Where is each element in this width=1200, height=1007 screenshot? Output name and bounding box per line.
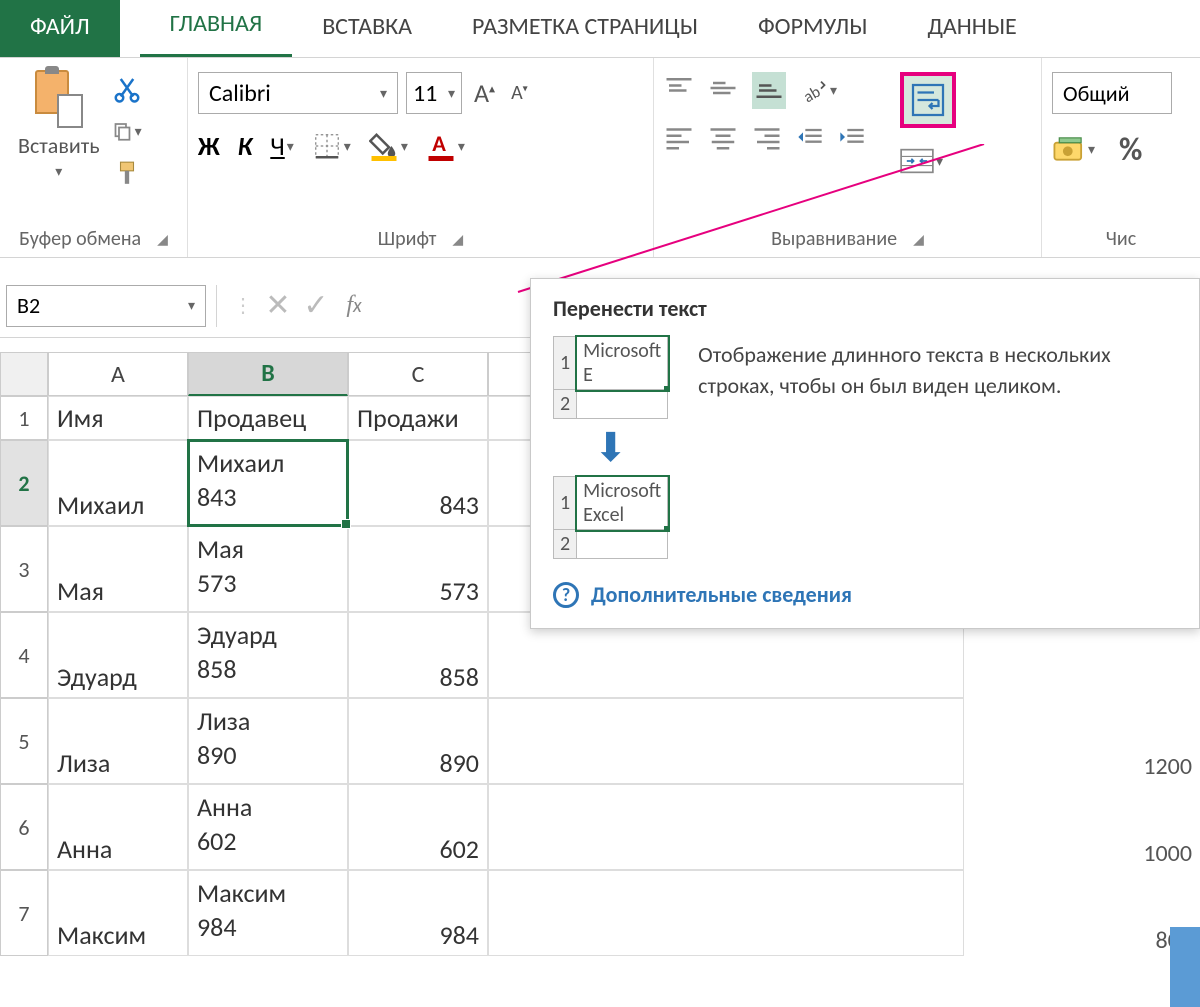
- tab-layout[interactable]: РАЗМЕТКА СТРАНИЦЫ: [442, 0, 728, 57]
- cell[interactable]: Продавец: [188, 396, 348, 440]
- decrease-indent-button[interactable]: [796, 123, 824, 156]
- paste-label: Вставить: [18, 132, 100, 159]
- font-name-dropdown[interactable]: Calibri▾: [198, 72, 398, 114]
- name-box[interactable]: B2▾: [6, 285, 206, 327]
- font-dialog-launcher[interactable]: ◢: [452, 231, 463, 248]
- font-group-label: Шрифт: [378, 227, 437, 251]
- number-format-dropdown[interactable]: Общий: [1052, 72, 1172, 114]
- tab-home[interactable]: ГЛАВНАЯ: [140, 0, 293, 57]
- cell[interactable]: 573: [348, 526, 488, 612]
- align-top-button[interactable]: [664, 74, 694, 107]
- svg-text:ab: ab: [800, 81, 824, 104]
- col-header[interactable]: B: [188, 352, 348, 396]
- tab-data[interactable]: ДАННЫЕ: [897, 0, 1046, 57]
- align-center-button[interactable]: [708, 123, 738, 156]
- increase-indent-button[interactable]: [838, 123, 866, 156]
- copy-button[interactable]: ▾: [112, 116, 142, 146]
- align-right-button[interactable]: [752, 123, 782, 156]
- ribbon: Вставить ▾ ▾ Буфер обмена ◢ Calibri▾: [0, 58, 1200, 258]
- cell[interactable]: Лиза890: [188, 698, 348, 784]
- cancel-formula-button[interactable]: ✕: [259, 287, 297, 325]
- cell[interactable]: Эдуард858: [188, 612, 348, 698]
- align-bottom-button[interactable]: [752, 72, 786, 109]
- row-header[interactable]: 4: [0, 612, 48, 698]
- italic-button[interactable]: К: [238, 130, 253, 162]
- tooltip-title: Перенести текст: [553, 295, 1177, 322]
- format-painter-button[interactable]: [112, 158, 142, 188]
- alignment-dialog-launcher[interactable]: ◢: [913, 231, 924, 248]
- cell[interactable]: Эдуард: [48, 612, 188, 698]
- underline-button[interactable]: Ч▾: [270, 130, 293, 162]
- cell[interactable]: 858: [348, 612, 488, 698]
- orientation-button[interactable]: ab▾: [800, 77, 837, 105]
- row-header[interactable]: 2: [0, 440, 48, 526]
- cell[interactable]: [488, 870, 964, 956]
- grow-font-button[interactable]: A▴: [470, 77, 499, 109]
- cell[interactable]: Анна: [48, 784, 188, 870]
- cell[interactable]: Максим984: [188, 870, 348, 956]
- currency-button[interactable]: ▾: [1052, 133, 1095, 167]
- cell[interactable]: 602: [348, 784, 488, 870]
- tooltip-description: Отображение длинного текста в нескольких…: [698, 336, 1177, 559]
- tooltip-demo: 1Microsoft E2 ⬇ 1MicrosoftExcel2: [553, 336, 668, 559]
- wrap-text-button[interactable]: [900, 72, 956, 128]
- select-all-corner[interactable]: [0, 352, 48, 396]
- cell[interactable]: Мая573: [188, 526, 348, 612]
- row-header[interactable]: 7: [0, 870, 48, 956]
- align-left-button[interactable]: [664, 123, 694, 156]
- number-group-label: Чис: [1106, 227, 1136, 251]
- cell[interactable]: Мая: [48, 526, 188, 612]
- cell[interactable]: 984: [348, 870, 488, 956]
- svg-text:A: A: [432, 131, 446, 158]
- clipboard-group-label: Буфер обмена: [19, 227, 141, 251]
- help-icon: ?: [553, 582, 579, 608]
- ribbon-tabs: ФАЙЛ ГЛАВНАЯ ВСТАВКА РАЗМЕТКА СТРАНИЦЫ Ф…: [0, 0, 1200, 58]
- arrow-down-icon: ⬇: [594, 423, 628, 472]
- clipboard-dialog-launcher[interactable]: ◢: [157, 231, 168, 248]
- cell[interactable]: Продажи: [348, 396, 488, 440]
- bold-button[interactable]: Ж: [198, 130, 220, 162]
- col-header[interactable]: A: [48, 352, 188, 396]
- wrap-text-tooltip: Перенести текст 1Microsoft E2 ⬇ 1Microso…: [530, 278, 1200, 629]
- borders-button[interactable]: ▾: [312, 131, 351, 161]
- shrink-font-button[interactable]: A▾: [507, 81, 532, 105]
- tab-formulas[interactable]: ФОРМУЛЫ: [728, 0, 898, 57]
- chart-bar: [1170, 927, 1200, 1007]
- row-header[interactable]: 3: [0, 526, 48, 612]
- tab-insert[interactable]: ВСТАВКА: [292, 0, 442, 57]
- tab-file[interactable]: ФАЙЛ: [0, 0, 120, 57]
- col-header[interactable]: C: [348, 352, 488, 396]
- cell[interactable]: 843: [348, 440, 488, 526]
- cut-button[interactable]: [112, 74, 142, 104]
- fill-color-button[interactable]: ▾: [369, 131, 408, 161]
- font-size-dropdown[interactable]: 11▾: [406, 72, 462, 114]
- alignment-group-label: Выравнивание: [771, 227, 897, 251]
- cell[interactable]: [488, 784, 964, 870]
- cell[interactable]: Анна602: [188, 784, 348, 870]
- cell[interactable]: Имя: [48, 396, 188, 440]
- cell[interactable]: Максим: [48, 870, 188, 956]
- merge-cells-button[interactable]: ▾: [900, 144, 956, 178]
- font-color-button[interactable]: A▾: [426, 131, 465, 161]
- chart-y-axis: 1200 1000 800: [1143, 752, 1192, 955]
- paste-button[interactable]: Вставить ▾: [10, 66, 108, 184]
- fx-button[interactable]: fx: [335, 287, 373, 325]
- tooltip-more-link[interactable]: ? Дополнительные сведения: [553, 581, 1177, 608]
- row-header[interactable]: 6: [0, 784, 48, 870]
- cell[interactable]: Лиза: [48, 698, 188, 784]
- paste-icon: [35, 70, 83, 128]
- cell[interactable]: 890: [348, 698, 488, 784]
- align-middle-button[interactable]: [708, 74, 738, 107]
- cell[interactable]: Михаил: [48, 440, 188, 526]
- row-header[interactable]: 5: [0, 698, 48, 784]
- cell[interactable]: [488, 698, 964, 784]
- row-header[interactable]: 1: [0, 396, 48, 440]
- cell-selected[interactable]: Михаил843: [188, 440, 348, 526]
- percent-button[interactable]: %: [1119, 130, 1142, 169]
- confirm-formula-button[interactable]: ✓: [297, 287, 335, 325]
